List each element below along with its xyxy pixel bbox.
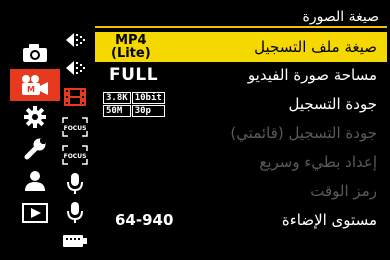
sub-tab-8[interactable] xyxy=(58,227,92,255)
framerate-badge: 30p xyxy=(131,104,165,117)
focus-icon: FOCUS xyxy=(62,117,88,137)
sub-tab-1[interactable] xyxy=(58,26,92,54)
sub-tab-3[interactable] xyxy=(58,83,92,111)
sub-tab-2[interactable] xyxy=(58,54,92,82)
menu-item-label: رمز الوقت xyxy=(310,182,377,200)
sub-tab-5[interactable]: FOCUS xyxy=(58,141,92,169)
menu-item-label: جودة التسجيل (قائمتي) xyxy=(230,124,377,142)
menu-item-rec-file-format[interactable]: صيغة ملف التسجيل MP4 (Lite) xyxy=(95,32,387,62)
page-title: صيغة الصورة xyxy=(302,9,379,25)
tab-setup[interactable] xyxy=(12,133,58,165)
film-strip-icon xyxy=(64,88,86,106)
tab-photo[interactable] xyxy=(12,37,58,69)
exposure-arrows-icon xyxy=(66,61,85,75)
camera-icon xyxy=(23,44,47,62)
playback-icon xyxy=(22,203,48,223)
sub-tab-4[interactable]: FOCUS xyxy=(58,113,92,141)
tab-custom[interactable] xyxy=(12,101,58,133)
video-camera-icon: M xyxy=(22,75,48,95)
menu-item-value: FULL xyxy=(109,65,159,85)
menu-item-rec-quality[interactable]: جودة التسجيل 3.8K 10bit 50M 30p xyxy=(95,89,387,119)
rec-quality-badge: 3.8K 10bit 50M 30p xyxy=(95,91,165,117)
svg-text:M: M xyxy=(27,85,35,94)
wrench-icon xyxy=(24,138,46,160)
exposure-arrows-icon xyxy=(66,33,85,47)
focus-icon: FOCUS xyxy=(62,145,88,165)
menu-item-value: 64-940 xyxy=(115,211,174,229)
person-icon xyxy=(25,171,45,191)
hdmi-icon xyxy=(63,235,87,247)
menu-item-label: جودة التسجيل xyxy=(288,95,377,113)
sub-tab-6[interactable] xyxy=(58,170,92,198)
menu-item-label: مساحة صورة الفيديو xyxy=(247,66,377,84)
gear-icon xyxy=(24,106,46,128)
menu-item-rec-quality-my-list[interactable]: جودة التسجيل (قائمتي) xyxy=(95,118,387,148)
menu-screen: صيغة الصورة M FOCUS FOCUS صيغة ملف التسج… xyxy=(2,2,388,258)
menu-item-value: MP4 (Lite) xyxy=(111,33,151,61)
bit-depth-badge: 10bit xyxy=(131,91,165,104)
sub-tab-bar: FOCUS FOCUS xyxy=(58,28,92,258)
menu-item-time-code[interactable]: رمز الوقت xyxy=(95,176,387,206)
menu-item-label: صيغة ملف التسجيل xyxy=(254,38,377,56)
svg-text:FOCUS: FOCUS xyxy=(64,153,87,160)
menu-item-label: إعداد بطيء وسريع xyxy=(259,153,377,171)
menu-item-label: مستوى الإضاءة xyxy=(281,211,377,229)
menu-item-luminance-level[interactable]: مستوى الإضاءة 64-940 xyxy=(95,205,387,235)
main-tab-bar: M xyxy=(6,28,60,258)
microphone-icon xyxy=(67,202,83,223)
tab-playback[interactable] xyxy=(12,197,58,229)
sub-tab-7[interactable] xyxy=(58,199,92,227)
menu-item-image-area[interactable]: مساحة صورة الفيديو FULL xyxy=(95,60,387,90)
menu-item-slow-quick-setting[interactable]: إعداد بطيء وسريع xyxy=(95,147,387,177)
svg-text:FOCUS: FOCUS xyxy=(64,125,87,132)
header-divider xyxy=(95,26,387,28)
header: صيغة الصورة xyxy=(95,8,385,26)
microphone-icon xyxy=(67,173,83,194)
bitrate-badge: 50M xyxy=(103,104,131,117)
resolution-badge: 3.8K xyxy=(103,91,131,104)
tab-my-menu[interactable] xyxy=(12,165,58,197)
tab-video[interactable]: M xyxy=(10,69,60,101)
